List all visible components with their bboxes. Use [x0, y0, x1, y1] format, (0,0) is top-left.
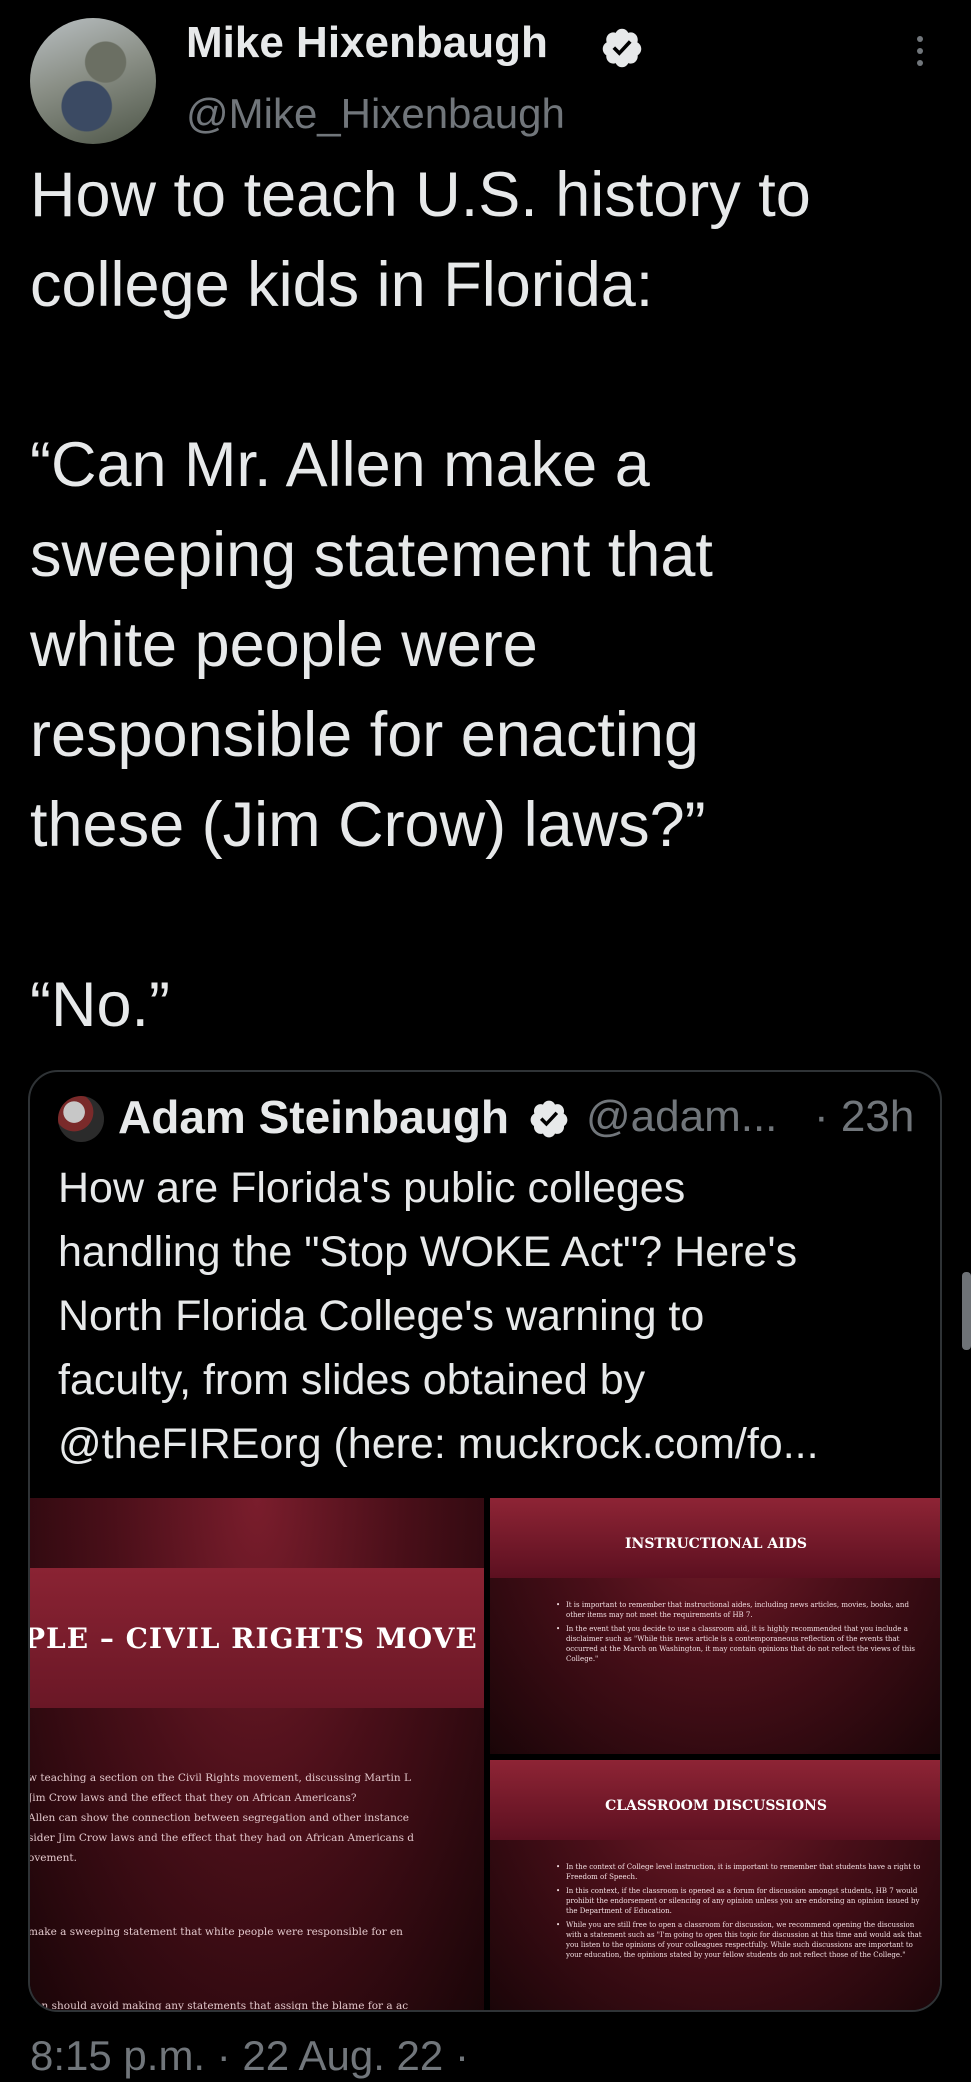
slide-image-left[interactable]: PLE – CIVIL RIGHTS MOVE w teaching a sec…: [30, 1498, 484, 2012]
more-options-icon[interactable]: [910, 36, 930, 76]
quoted-author-name[interactable]: Adam Steinbaugh: [118, 1090, 509, 1144]
quoted-author-avatar[interactable]: [58, 1096, 104, 1142]
slide-image-classroom-discussions[interactable]: CLASSROOM DISCUSSIONS In the context of …: [490, 1760, 940, 2010]
author-name[interactable]: Mike Hixenbaugh: [186, 18, 548, 68]
quoted-tweet-card[interactable]: Adam Steinbaugh @adam... · 23h How are F…: [28, 1070, 942, 2012]
quoted-tweet-time: · 23h: [814, 1092, 915, 1141]
slide-paragraph: w teaching a section on the Civil Rights…: [30, 1772, 415, 1864]
slide-body: w teaching a section on the Civil Rights…: [30, 1728, 484, 2012]
slide-bullets: It is important to remember that instruc…: [556, 1600, 926, 1668]
scrollbar-thumb[interactable]: [962, 1272, 971, 1350]
slide-paragraph: make a sweeping statement that white peo…: [30, 1926, 403, 1938]
slide-bullet: While you are still free to open a class…: [556, 1920, 926, 1960]
tweet-timestamp[interactable]: 8:15 p.m. · 22 Aug. 22 ·: [30, 2032, 469, 2080]
quoted-author-handle[interactable]: @adam...: [586, 1092, 777, 1142]
slide-title: PLE – CIVIL RIGHTS MOVE: [30, 1622, 478, 1655]
author-avatar[interactable]: [30, 18, 156, 144]
tweet-text: How to teach U.S. history to college kid…: [30, 160, 811, 1040]
quoted-tweet-text: How are Florida's public colleges handli…: [58, 1164, 819, 1468]
author-handle[interactable]: @Mike_Hixenbaugh: [186, 90, 565, 138]
slide-bullet: In the context of College level instruct…: [556, 1862, 926, 1882]
slide-bullet: In the event that you decide to use a cl…: [556, 1624, 926, 1664]
verified-badge-icon: [602, 28, 642, 68]
slide-paragraph: Zen should avoid making any statements t…: [30, 2000, 409, 2012]
slide-bullets: In the context of College level instruct…: [556, 1862, 926, 1964]
slide-bullet: In this context, if the classroom is ope…: [556, 1886, 926, 1916]
verified-badge-icon: [530, 1100, 568, 1138]
slide-title: INSTRUCTIONAL AIDS: [624, 1536, 808, 1552]
slide-title: CLASSROOM DISCUSSIONS: [605, 1798, 827, 1814]
slide-bullet: It is important to remember that instruc…: [556, 1600, 926, 1620]
slide-image-instructional-aids[interactable]: INSTRUCTIONAL AIDS It is important to re…: [490, 1498, 940, 1754]
